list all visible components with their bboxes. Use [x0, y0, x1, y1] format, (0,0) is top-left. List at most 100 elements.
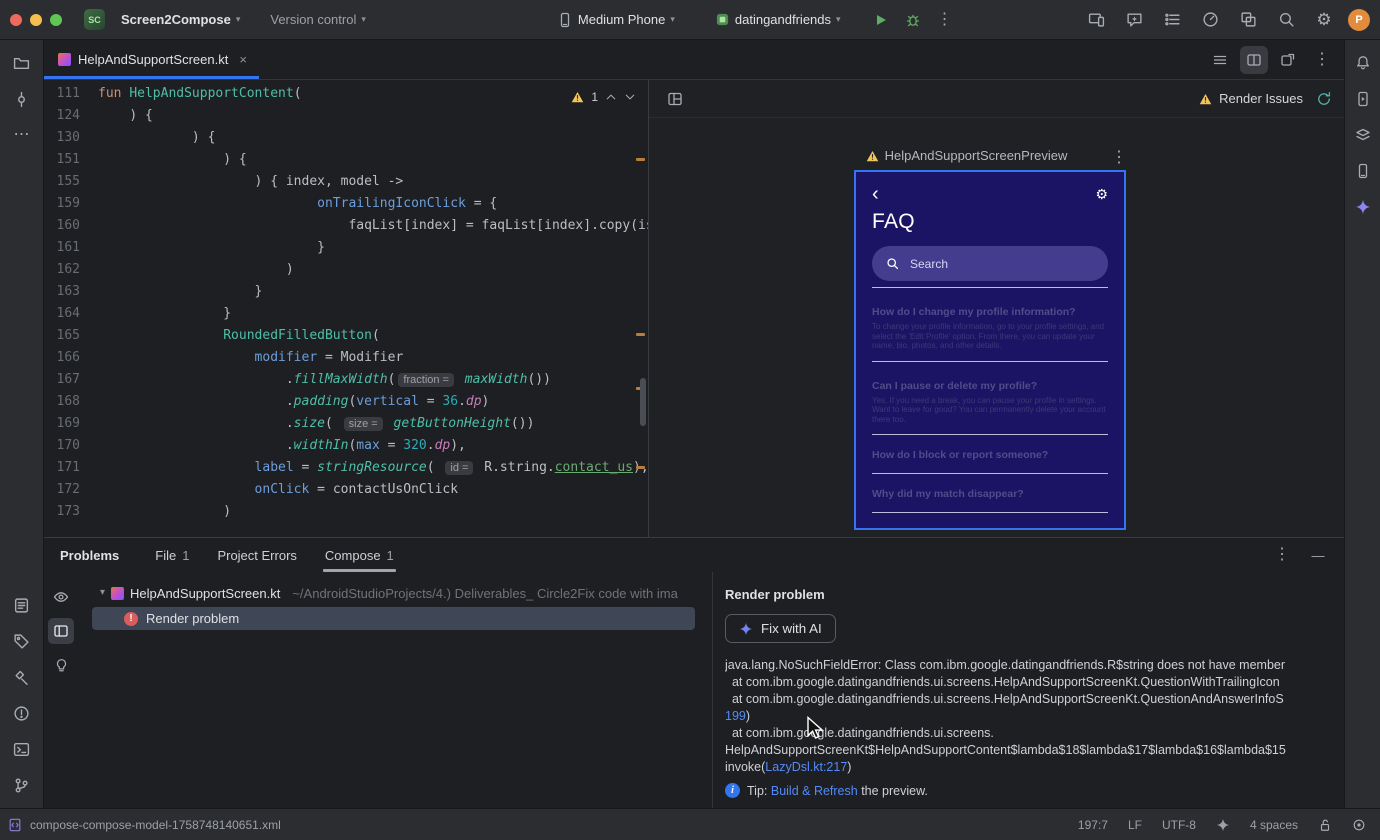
quick-fix-button[interactable] — [48, 652, 74, 678]
problems-tool-button[interactable] — [7, 698, 37, 728]
code-line[interactable]: ) { — [98, 105, 648, 127]
faq-item[interactable]: Can I pause or delete my profile? Yes. If… — [872, 362, 1108, 435]
code-line[interactable]: ) { — [98, 149, 648, 171]
profiler-button[interactable] — [1196, 6, 1224, 34]
editor-scrollbar-thumb[interactable] — [640, 378, 646, 426]
open-editors-button[interactable] — [1206, 46, 1234, 74]
faq-search-bar[interactable]: Search — [872, 246, 1108, 281]
file-encoding[interactable]: UTF-8 — [1162, 818, 1196, 832]
code-line[interactable]: .widthIn(max = 320.dp), — [98, 435, 648, 457]
caret-position[interactable]: 197:7 — [1078, 818, 1108, 832]
code-line[interactable]: .size( size = getButtonHeight()) — [98, 413, 648, 435]
code-line[interactable]: ) — [98, 501, 648, 523]
run-config-selector[interactable]: datingandfriends ▾ — [707, 8, 849, 31]
app-quality-insights-button[interactable] — [7, 626, 37, 656]
vcs-selector[interactable]: Version control ▾ — [262, 8, 374, 31]
preview-toggle-button[interactable] — [48, 584, 74, 610]
editor-code[interactable]: fun HelpAndSupportContent( ) { ) { ) { )… — [98, 83, 648, 537]
tab-compose[interactable]: Compose 1 — [322, 538, 396, 572]
code-line[interactable]: modifier = Modifier — [98, 347, 648, 369]
render-issues-button[interactable]: Render Issues — [1199, 91, 1332, 107]
terminal-button[interactable] — [7, 734, 37, 764]
logcat-button[interactable] — [7, 590, 37, 620]
refresh-icon[interactable] — [1316, 91, 1332, 107]
preview-layout-button[interactable] — [661, 85, 689, 113]
device-manager-button[interactable] — [1348, 156, 1378, 186]
code-line[interactable]: } — [98, 303, 648, 325]
run-button[interactable] — [867, 6, 895, 34]
next-issue-button[interactable] — [624, 91, 636, 103]
indent-setting[interactable]: 4 spaces — [1250, 818, 1298, 832]
code-line[interactable]: RoundedFilledButton( — [98, 325, 648, 347]
more-tool-windows-button[interactable]: ⋯ — [7, 120, 37, 150]
ai-status-icon[interactable] — [1216, 818, 1230, 832]
stack-trace-link[interactable]: LazyDsl.kt:217 — [765, 760, 847, 774]
editor-more-button[interactable]: ⋮ — [1308, 46, 1336, 74]
task-list-button[interactable] — [1158, 6, 1186, 34]
profile-avatar[interactable]: P — [1348, 8, 1370, 31]
build-button[interactable] — [7, 662, 37, 692]
split-editor-button[interactable] — [1240, 45, 1268, 74]
preview-phone-frame[interactable]: ‹ ⚙ FAQ Search How do I change my profil… — [854, 170, 1126, 530]
device-streaming-button[interactable] — [1082, 6, 1110, 34]
search-everywhere-button[interactable] — [1272, 6, 1300, 34]
inspections-status-icon[interactable] — [1352, 818, 1366, 832]
faq-item[interactable]: How do I change my profile information? T… — [872, 288, 1108, 362]
unlocked-icon[interactable] — [1318, 818, 1332, 832]
code-line[interactable]: ) { index, model -> — [98, 171, 648, 193]
minimize-window-button[interactable] — [30, 13, 42, 26]
panel-minimize-button[interactable]: — — [1304, 541, 1332, 569]
ai-assistant-button[interactable] — [1120, 6, 1148, 34]
debug-button[interactable] — [899, 6, 927, 34]
project-selector[interactable]: Screen2Compose ▾ — [113, 8, 248, 31]
faq-item[interactable]: How do I block or report someone? — [872, 435, 1108, 474]
close-window-button[interactable] — [10, 13, 22, 26]
editor-tab[interactable]: HelpAndSupportScreen.kt × — [44, 40, 259, 79]
details-panel-button[interactable] — [48, 618, 74, 644]
faq-item[interactable]: Why did my match disappear? — [872, 474, 1108, 513]
code-line[interactable]: faqList[index] = faqList[index].copy(isE — [98, 215, 648, 237]
project-view-button[interactable] — [7, 48, 37, 78]
tab-project-errors[interactable]: Project Errors — [217, 538, 296, 572]
back-button[interactable]: ‹ — [872, 184, 879, 204]
zoom-window-button[interactable] — [50, 13, 62, 26]
build-variants-button[interactable] — [1348, 120, 1378, 150]
tab-file[interactable]: File 1 — [155, 538, 189, 572]
settings-gear-icon[interactable]: ⚙ — [1095, 187, 1108, 201]
notifications-button[interactable] — [1348, 48, 1378, 78]
status-file-name[interactable]: compose-compose-model-1758748140651.xml — [30, 818, 281, 832]
app-icon[interactable]: SC — [84, 9, 105, 30]
preview-more-button[interactable]: ⋮ — [1105, 144, 1133, 172]
more-run-actions-button[interactable]: ⋮ — [931, 6, 959, 34]
code-line[interactable]: } — [98, 281, 648, 303]
code-line[interactable]: fun HelpAndSupportContent( — [98, 83, 648, 105]
device-selector[interactable]: Medium Phone ▾ — [549, 8, 683, 32]
code-line[interactable]: ) { — [98, 127, 648, 149]
expand-chevron-icon[interactable]: ▾ — [100, 588, 105, 598]
previous-issue-button[interactable] — [605, 91, 617, 103]
line-separator[interactable]: LF — [1128, 818, 1142, 832]
settings-button[interactable]: ⚙ — [1310, 6, 1338, 34]
code-line[interactable]: .padding(vertical = 36.dp) — [98, 391, 648, 413]
resource-manager-button[interactable] — [1234, 6, 1262, 34]
fix-with-ai-button[interactable]: Fix with AI — [725, 614, 836, 643]
problem-item-row-selected[interactable]: ! Render problem — [92, 607, 695, 630]
code-line[interactable]: label = stringResource( id = R.string.co… — [98, 457, 648, 479]
gemini-button[interactable] — [1348, 192, 1378, 222]
code-line[interactable]: onClick = contactUsOnClick — [98, 479, 648, 501]
detach-editor-button[interactable] — [1274, 46, 1302, 74]
problem-file-row[interactable]: ▾ HelpAndSupportScreen.kt ~/AndroidStudi… — [78, 581, 712, 605]
version-control-button[interactable] — [7, 770, 37, 800]
code-editor[interactable]: 111 124 130 151 155 159 160 161 162 163 164 165 166 1… — [44, 80, 648, 537]
panel-more-button[interactable]: ⋮ — [1268, 541, 1296, 569]
commit-button[interactable] — [7, 84, 37, 114]
close-tab-icon[interactable]: × — [239, 52, 247, 67]
code-line[interactable]: ) — [98, 259, 648, 281]
code-line[interactable]: .fillMaxWidth(fraction = maxWidth()) — [98, 369, 648, 391]
stack-trace-link[interactable]: 199 — [725, 709, 746, 723]
panel-title[interactable]: Problems — [60, 548, 119, 563]
code-line[interactable]: } — [98, 237, 648, 259]
build-refresh-link[interactable]: Build & Refresh — [771, 784, 858, 798]
code-line[interactable]: onTrailingIconClick = { — [98, 193, 648, 215]
running-devices-button[interactable] — [1348, 84, 1378, 114]
